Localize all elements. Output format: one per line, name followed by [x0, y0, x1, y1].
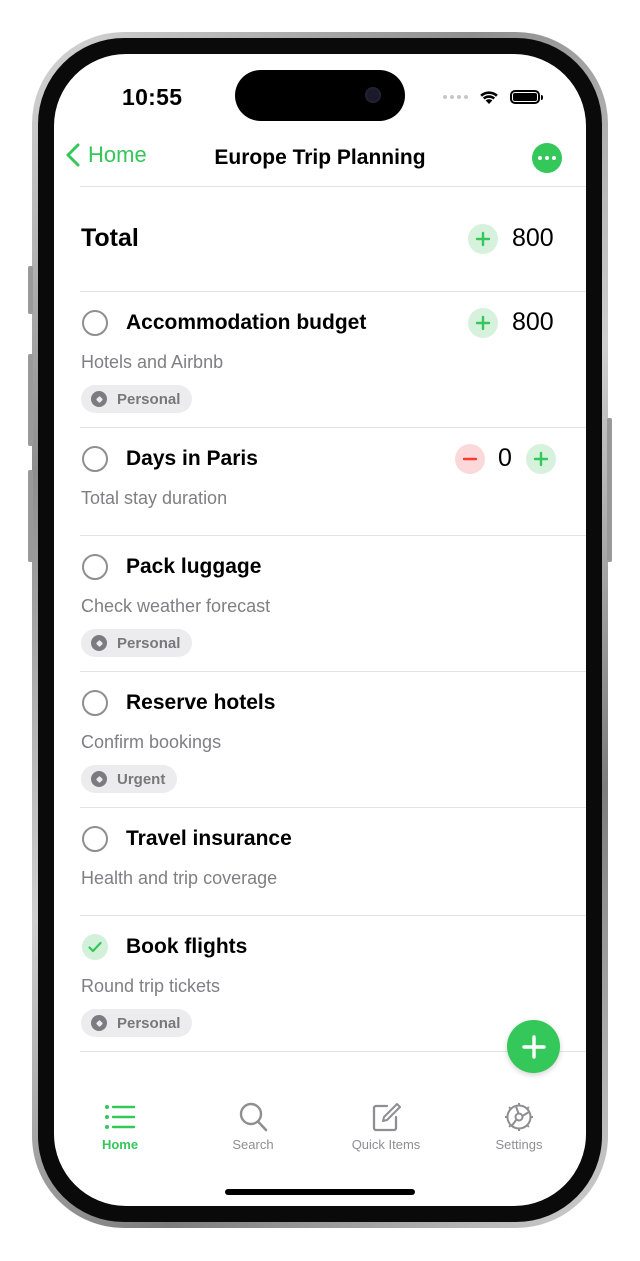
battery-icon [510, 89, 543, 104]
list-item[interactable]: Pack luggage Check weather forecast Pers… [54, 535, 586, 671]
item-title: Pack luggage [126, 555, 262, 578]
tab-bar: Home Search Quick Items Settings [54, 1102, 586, 1172]
tab-label: Search [232, 1137, 274, 1152]
status-time: 10:55 [122, 84, 183, 110]
item-title: Reserve hotels [126, 691, 276, 714]
tag-badge[interactable]: Personal [81, 629, 193, 657]
increment-button[interactable] [526, 444, 556, 474]
add-item-button[interactable] [507, 1020, 560, 1073]
completion-checkbox[interactable] [82, 690, 108, 716]
tab-home[interactable]: Home [60, 1102, 180, 1152]
tag-label: Personal [117, 1014, 181, 1032]
plus-icon [533, 451, 549, 467]
item-subtitle: Round trip tickets [81, 976, 221, 996]
tag-badge[interactable]: Personal [81, 1009, 193, 1037]
navigation-bar: Home Europe Trip Planning [54, 136, 586, 186]
total-value: 800 [512, 224, 554, 252]
volume-up-button [28, 354, 33, 446]
item-title: Days in Paris [126, 447, 258, 470]
decrement-button[interactable] [455, 444, 485, 474]
plus-icon [475, 315, 491, 331]
minus-icon [462, 457, 478, 461]
completion-checkbox-checked[interactable] [82, 934, 108, 960]
tag-badge[interactable]: Personal [81, 385, 193, 413]
tag-label: Personal [117, 390, 181, 408]
item-title: Book flights [126, 935, 248, 958]
item-subtitle: Health and trip coverage [81, 868, 278, 888]
list-item[interactable]: Days in Paris 0 Total stay duration [54, 427, 586, 535]
cellular-signal-icon [443, 94, 468, 99]
home-indicator[interactable] [225, 1189, 415, 1195]
tab-label: Home [101, 1137, 139, 1152]
tag-icon [91, 771, 107, 787]
list-item[interactable]: Reserve hotels Confirm bookings Urgent [54, 671, 586, 807]
tab-settings[interactable]: Settings [459, 1102, 579, 1152]
total-increment-button[interactable] [468, 224, 498, 254]
item-subtitle: Hotels and Airbnb [81, 352, 224, 372]
tag-icon [91, 391, 107, 407]
tag-label: Personal [117, 634, 181, 652]
item-subtitle: Check weather forecast [81, 596, 271, 616]
gear-icon [505, 1103, 533, 1131]
list-item[interactable]: Accommodation budget 800 Hotels and Airb… [54, 291, 586, 427]
page-title: Europe Trip Planning [214, 146, 426, 169]
completion-checkbox[interactable] [82, 554, 108, 580]
increment-button[interactable] [468, 308, 498, 338]
dynamic-island [235, 70, 405, 121]
list-icon [105, 1105, 136, 1129]
screen: 10:55 Home Europe Trip Planning Total 80… [54, 54, 586, 1206]
tag-icon [91, 635, 107, 651]
divider [80, 186, 586, 187]
tag-badge[interactable]: Urgent [81, 765, 178, 793]
item-title: Travel insurance [126, 827, 292, 850]
tab-label: Settings [495, 1137, 543, 1152]
more-options-button[interactable] [532, 143, 562, 173]
tag-icon [91, 1015, 107, 1031]
completion-checkbox[interactable] [82, 446, 108, 472]
tag-label: Urgent [117, 770, 166, 788]
completion-checkbox[interactable] [82, 310, 108, 336]
camera-icon [365, 87, 381, 103]
tab-label: Quick Items [351, 1137, 421, 1152]
plus-icon [475, 231, 491, 247]
plus-icon [521, 1034, 546, 1059]
total-label: Total [81, 224, 139, 252]
list-item[interactable]: Travel insurance Health and trip coverag… [54, 807, 586, 915]
action-button [28, 266, 33, 314]
completion-checkbox[interactable] [82, 826, 108, 852]
tab-quick-items[interactable]: Quick Items [326, 1102, 446, 1152]
tab-search[interactable]: Search [193, 1102, 313, 1152]
item-subtitle: Total stay duration [81, 488, 228, 508]
list-item[interactable]: Book flights Round trip tickets Personal [54, 915, 586, 1051]
item-title: Accommodation budget [126, 311, 367, 334]
item-counter: 800 [512, 308, 554, 336]
volume-down-button [28, 470, 33, 562]
status-icons [443, 88, 543, 105]
item-counter: 0 [498, 444, 512, 472]
compose-icon [372, 1103, 401, 1132]
item-subtitle: Confirm bookings [81, 732, 222, 752]
checkmark-icon [88, 941, 102, 953]
power-button [607, 418, 612, 562]
magnifier-icon [239, 1102, 268, 1132]
wifi-icon [480, 91, 498, 104]
